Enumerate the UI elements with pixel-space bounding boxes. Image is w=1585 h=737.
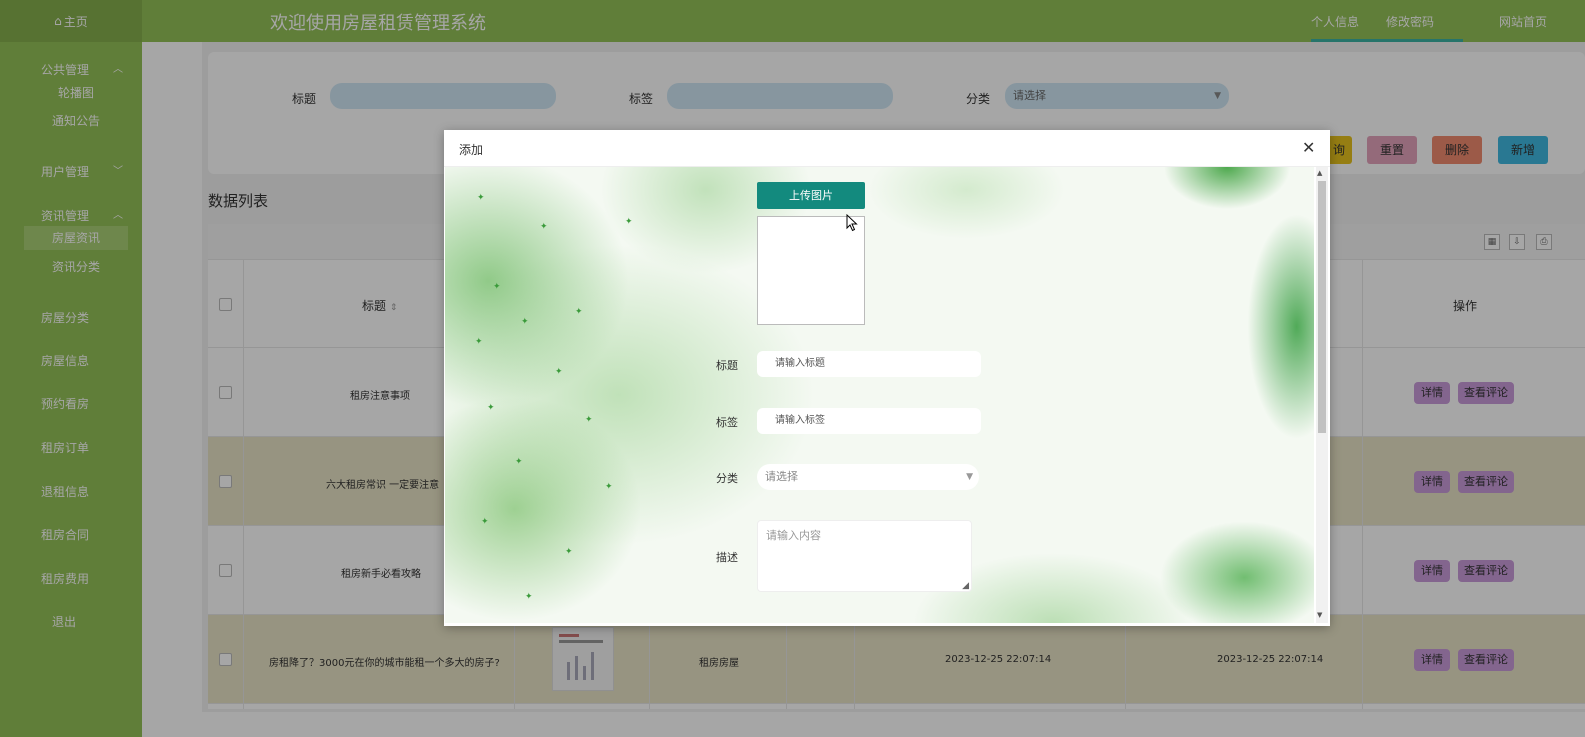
star-decoration: ✦ bbox=[565, 547, 573, 557]
scroll-down-icon[interactable]: ▼ bbox=[1317, 611, 1322, 619]
category-select[interactable]: 请选择 ▼ bbox=[757, 464, 979, 490]
star-decoration: ✦ bbox=[487, 403, 495, 413]
star-decoration: ✦ bbox=[525, 592, 533, 602]
resize-grip-icon[interactable]: ◢ bbox=[962, 581, 969, 591]
star-decoration: ✦ bbox=[521, 317, 529, 327]
star-decoration: ✦ bbox=[585, 415, 593, 425]
star-decoration: ✦ bbox=[493, 282, 501, 292]
dialog-scrollbar[interactable]: ▲ ▼ bbox=[1316, 167, 1328, 623]
dialog-header: 添加 ✕ bbox=[444, 130, 1330, 167]
form-category-label: 分类 bbox=[716, 472, 738, 485]
star-decoration: ✦ bbox=[605, 482, 613, 492]
description-placeholder: 请输入内容 bbox=[766, 529, 821, 542]
tag-input[interactable]: 请输入标签 bbox=[757, 408, 981, 434]
star-decoration: ✦ bbox=[477, 193, 485, 203]
form-title-label: 标题 bbox=[716, 359, 738, 372]
star-decoration: ✦ bbox=[515, 457, 523, 467]
mouse-cursor-icon bbox=[846, 214, 858, 232]
image-preview-box bbox=[757, 216, 865, 325]
form-desc-label: 描述 bbox=[716, 551, 738, 564]
scrollbar-thumb[interactable] bbox=[1318, 181, 1326, 433]
category-select-value: 请选择 bbox=[765, 470, 798, 483]
dialog-body: ✦ ✦ ✦ ✦ ✦ ✦ ✦ ✦ ✦ ✦ ✦ ✦ ✦ ✦ ✦ 上传图片 标题 请输… bbox=[445, 167, 1314, 623]
dialog-title: 添加 bbox=[459, 143, 484, 157]
star-decoration: ✦ bbox=[540, 222, 548, 232]
close-icon[interactable]: ✕ bbox=[1302, 138, 1315, 157]
upload-image-button[interactable]: 上传图片 bbox=[757, 182, 865, 209]
title-input[interactable]: 请输入标题 bbox=[757, 351, 981, 377]
form-tag-label: 标签 bbox=[716, 416, 738, 429]
add-dialog: 添加 ✕ ✦ ✦ ✦ ✦ ✦ ✦ ✦ ✦ ✦ ✦ ✦ ✦ ✦ ✦ ✦ 上传图片 … bbox=[444, 130, 1330, 626]
star-decoration: ✦ bbox=[555, 367, 563, 377]
scroll-up-icon[interactable]: ▲ bbox=[1317, 169, 1322, 177]
description-textarea[interactable]: 请输入内容 ◢ bbox=[757, 520, 972, 592]
star-decoration: ✦ bbox=[625, 217, 633, 227]
star-decoration: ✦ bbox=[475, 337, 483, 347]
star-decoration: ✦ bbox=[575, 307, 583, 317]
star-decoration: ✦ bbox=[481, 517, 489, 527]
caret-down-icon: ▼ bbox=[966, 472, 973, 482]
